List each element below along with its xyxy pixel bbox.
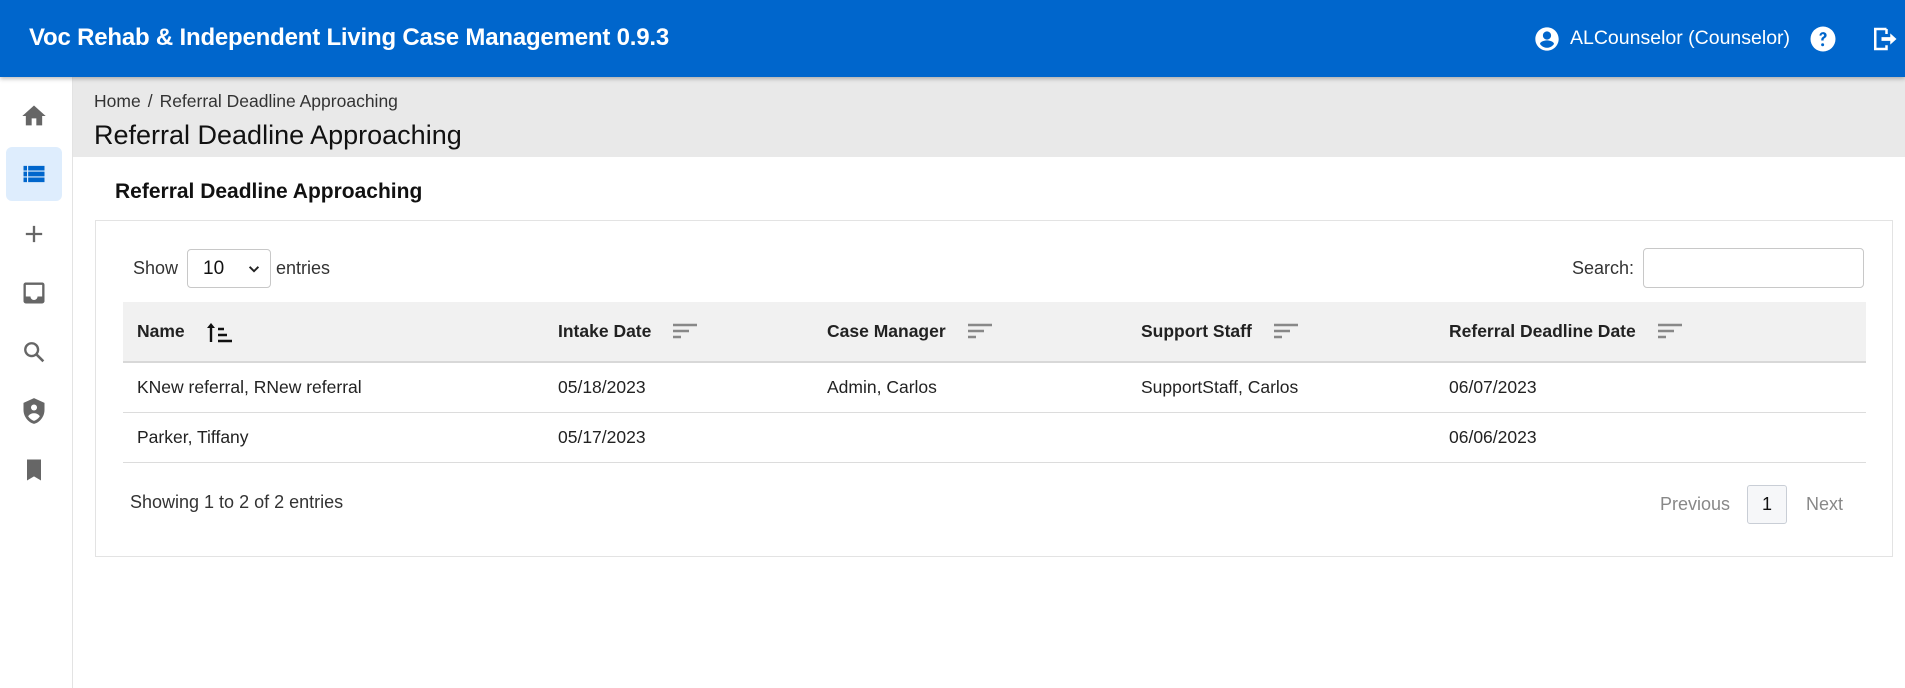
cell-case-manager [813,412,1127,463]
previous-page-button[interactable]: Previous [1660,494,1730,515]
column-header-intake-date[interactable]: Intake Date [544,302,813,363]
sidebar-nav [0,77,73,688]
cell-support-staff: SupportStaff, Carlos [1127,362,1435,413]
column-label: Intake Date [558,321,652,341]
column-header-referral-deadline-date[interactable]: Referral Deadline Date [1435,302,1866,363]
sort-icon [1273,323,1298,338]
column-label: Name [137,321,185,341]
logout-icon [1874,27,1897,51]
column-label: Support Staff [1141,321,1252,341]
cell-name[interactable]: KNew referral, RNew referral [123,362,544,413]
datatable-card: Show 10 entries Search: Name Intake Date… [95,220,1893,557]
sidebar-item-bookmarks[interactable] [6,443,62,497]
page-title: Referral Deadline Approaching [94,120,462,150]
page-1-button[interactable]: 1 [1746,485,1787,524]
column-label: Case Manager [827,321,946,341]
cell-case-manager: Admin, Carlos [813,362,1127,413]
sort-icon [673,323,698,338]
section-title: Referral Deadline Approaching [115,180,423,203]
sidebar-item-home[interactable] [6,89,62,143]
page-length-select[interactable]: 10 [187,249,272,288]
cell-intake-date: 05/18/2023 [544,362,813,413]
help-circle-icon [1810,26,1836,52]
cell-support-staff [1127,412,1435,463]
column-label: Referral Deadline Date [1449,321,1636,341]
sidebar-item-add[interactable] [6,207,62,261]
breadcrumb: Home / Referral Deadline Approaching [94,91,398,112]
list-icon [23,165,45,183]
inbox-icon [23,282,45,304]
app-title: Voc Rehab & Independent Living Case Mana… [29,24,669,51]
page-header: Home / Referral Deadline Approaching Ref… [73,77,1905,157]
column-header-case-manager[interactable]: Case Manager [813,302,1127,363]
sidebar-item-lists[interactable] [6,147,62,201]
plus-icon [25,225,43,243]
cell-name[interactable]: Parker, Tiffany [123,412,544,463]
page-length-control: Show 10 entries [133,249,330,288]
sort-icon [967,323,992,338]
search-label: Search: [1571,257,1634,278]
chevron-down-icon [248,265,260,273]
next-page-button[interactable]: Next [1806,494,1843,515]
sidebar-item-admin[interactable] [6,384,62,438]
home-icon [22,105,46,126]
account-circle-icon [1535,26,1559,51]
table-info: Showing 1 to 2 of 2 entries [130,492,344,512]
shield-user-icon [23,398,45,424]
breadcrumb-current: Referral Deadline Approaching [159,91,398,111]
sort-icon [1657,323,1682,338]
user-menu[interactable]: ALCounselor (Counselor) [1533,24,1790,53]
column-header-support-staff[interactable]: Support Staff [1127,302,1435,363]
column-header-name[interactable]: Name [123,302,544,363]
page-length-value: 10 [203,257,225,279]
breadcrumb-home-link[interactable]: Home [94,91,141,112]
sort-ascending-icon [206,322,232,342]
entries-label: entries [276,258,331,278]
sidebar-item-inbox[interactable] [6,266,62,320]
pagination: Previous 1 Next [1660,485,1843,524]
table-header-row: Name Intake Date Case Manager Support St… [123,302,1866,363]
user-label: ALCounselor (Counselor) [1570,27,1791,49]
logout-button[interactable] [1869,24,1899,54]
show-label: Show [133,258,179,278]
table-row[interactable]: KNew referral, RNew referral 05/18/2023 … [123,362,1866,413]
bookmark-icon [27,459,41,481]
sidebar-item-search[interactable] [6,325,62,379]
search-control: Search: [1572,248,1864,288]
breadcrumb-separator: / [147,91,153,111]
search-icon [24,342,45,363]
cell-referral-deadline-date: 06/07/2023 [1435,362,1866,413]
cell-referral-deadline-date: 06/06/2023 [1435,412,1866,463]
search-input[interactable] [1643,248,1864,288]
referral-table: Name Intake Date Case Manager Support St… [123,302,1866,463]
help-button[interactable] [1808,24,1838,54]
cell-intake-date: 05/17/2023 [544,412,813,463]
top-app-bar: Voc Rehab & Independent Living Case Mana… [0,0,1905,77]
table-row[interactable]: Parker, Tiffany 05/17/2023 06/06/2023 [123,412,1866,463]
